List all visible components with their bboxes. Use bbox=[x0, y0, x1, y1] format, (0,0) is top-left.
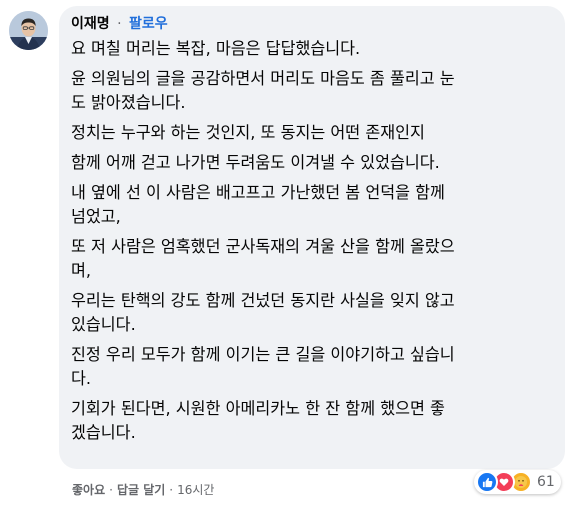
comment-paragraph: 함께 어깨 걷고 나가면 두려움도 이겨낼 수 있었습니다. bbox=[71, 153, 440, 172]
reply-link[interactable]: 답글 달기 bbox=[117, 483, 165, 497]
follow-button[interactable]: 팔로우 bbox=[129, 16, 168, 32]
comment-paragraph: 우리는 탄핵의 강도 함께 건넜던 동지란 사실을 잊지 않고 있습니다. bbox=[71, 291, 455, 334]
comment-paragraph: 내 옆에 선 이 사람은 배고프고 가난했던 봄 언덕을 함께 넘었고, bbox=[71, 183, 445, 226]
comment-paragraph: 기회가 된다면, 시원한 아메리카노 한 잔 함께 했으면 좋 겠습니다. bbox=[71, 399, 445, 442]
action-separator: · bbox=[109, 483, 113, 497]
avatar[interactable] bbox=[9, 11, 48, 50]
comment-paragraph: 또 저 사람은 엄혹했던 군사독재의 겨울 산을 함께 올랐으 며, bbox=[71, 237, 455, 280]
profile-photo-icon bbox=[9, 11, 48, 50]
reaction-summary[interactable]: 61 bbox=[474, 470, 561, 494]
comment-bubble: 이재명 · 팔로우 요 며칠 머리는 복잡, 마음은 답답했습니다. 윤 의원님… bbox=[59, 6, 565, 469]
author-name[interactable]: 이재명 bbox=[71, 16, 110, 32]
comment-container: 이재명 · 팔로우 요 며칠 머리는 복잡, 마음은 답답했습니다. 윤 의원님… bbox=[0, 0, 576, 508]
reaction-count: 61 bbox=[537, 474, 555, 490]
comment-actions: 좋아요 · 답글 달기 · 16시간 bbox=[72, 482, 214, 498]
comment-paragraph: 정치는 누구와 하는 것인지, 또 동지는 어떤 존재인지 bbox=[71, 123, 425, 142]
like-icon bbox=[476, 471, 498, 493]
header-separator: · bbox=[117, 16, 122, 32]
action-separator: · bbox=[169, 483, 174, 497]
like-link[interactable]: 좋아요 bbox=[72, 483, 105, 497]
comment-paragraph: 진정 우리 모두가 함께 이기는 큰 길을 이야기하고 싶습니 다. bbox=[71, 345, 455, 388]
comment-header: 이재명 · 팔로우 bbox=[71, 14, 553, 34]
comment-timestamp[interactable]: 16시간 bbox=[177, 483, 214, 497]
comment-paragraph: 윤 의원님의 글을 공감하면서 머리도 마음도 좀 풀리고 눈 도 밝아졌습니다… bbox=[71, 69, 455, 112]
comment-paragraph: 요 며칠 머리는 복잡, 마음은 답답했습니다. bbox=[71, 39, 361, 58]
